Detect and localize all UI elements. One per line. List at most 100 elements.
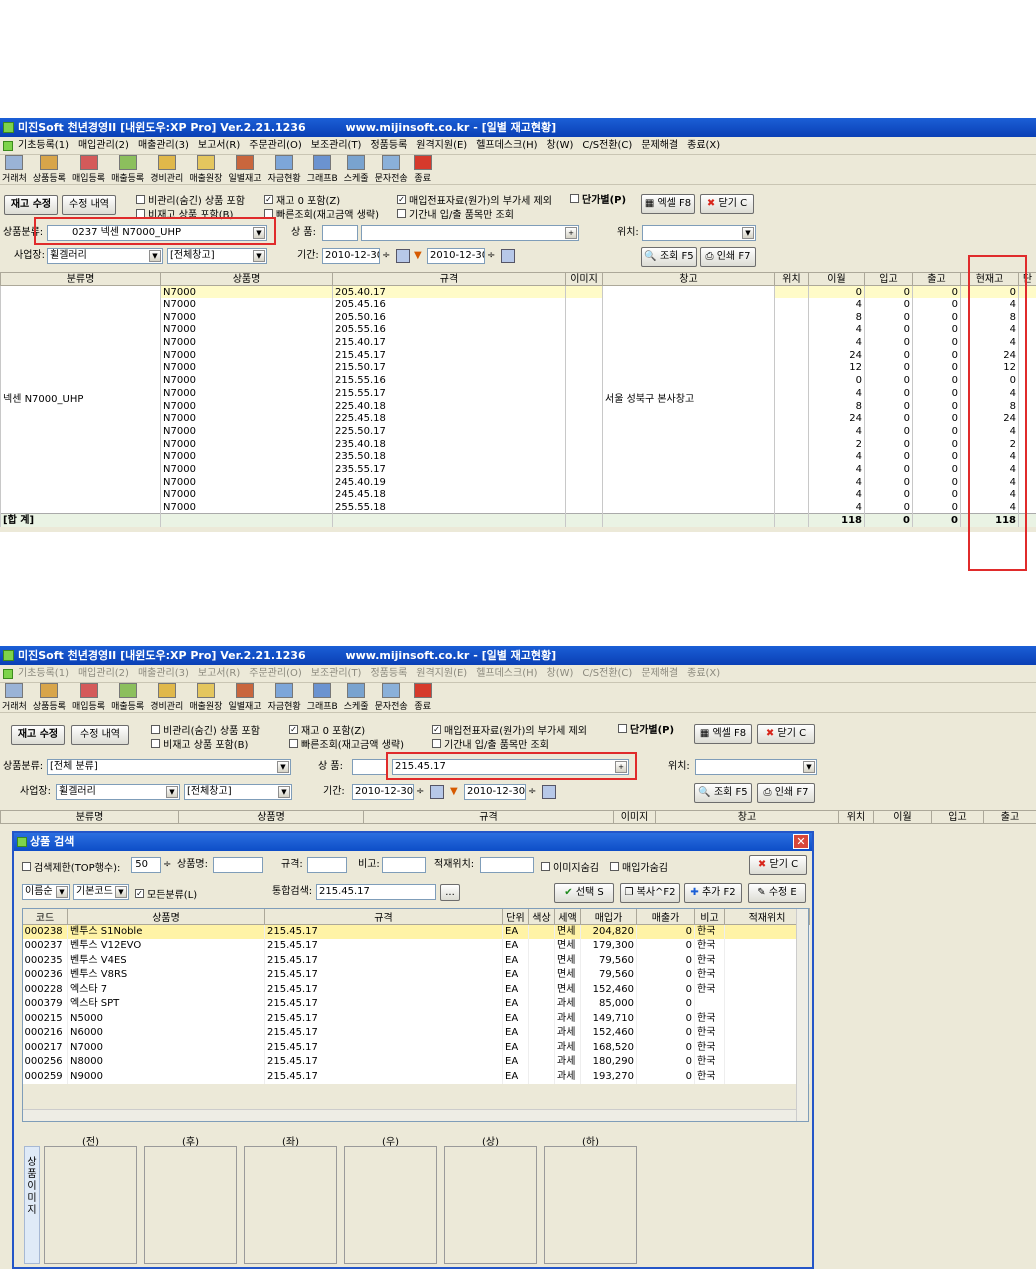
menu-item[interactable]: 원격지원(E) xyxy=(416,140,467,151)
result-row[interactable]: 000379 엑스타 SPT 215.45.17 EA 과세 85,000 0 xyxy=(22,997,810,1012)
date-from-input[interactable]: 2010-12-30 xyxy=(352,784,414,800)
vertical-scrollbar[interactable] xyxy=(796,909,808,1121)
menu-item[interactable]: 정품등록 xyxy=(370,140,407,151)
all-category-checkbox[interactable]: ✓ 모든분류(L) xyxy=(135,886,197,901)
toolbar-button[interactable]: 스케줄 xyxy=(344,155,369,184)
column-header[interactable]: 단위 xyxy=(502,908,529,925)
result-row[interactable]: 000216 N6000 215.45.17 EA 과세 152,460 0 한국 xyxy=(22,1026,810,1041)
quick-search-checkbox[interactable]: 빠른조회(재고금액 생략) xyxy=(264,206,379,221)
result-row[interactable]: 000256 N8000 215.45.17 EA 과세 180,290 0 한국 xyxy=(22,1055,810,1070)
date-to-spinner-icon[interactable]: ÷ xyxy=(487,248,495,264)
menu-item[interactable]: 주문관리(O) xyxy=(249,140,301,151)
column-header[interactable]: 입고 xyxy=(931,810,984,824)
toolbar-button[interactable]: 문자전송 xyxy=(375,155,408,184)
date-to-input[interactable]: 2010-12-30 xyxy=(464,784,526,800)
print-button[interactable]: ⎙ 인쇄 F7 xyxy=(700,247,756,267)
menu-item[interactable]: 매출관리(3) xyxy=(138,668,189,679)
product-name-input[interactable]: + xyxy=(361,225,579,241)
excel-button[interactable]: ▦ 엑셀 F8 xyxy=(694,724,752,744)
edit-history-button[interactable]: 수정 내역 xyxy=(62,195,116,215)
menu-item[interactable]: 기초등록(1) xyxy=(18,668,69,679)
toolbar-button[interactable]: 문자전송 xyxy=(375,683,408,712)
column-header[interactable]: 출고 xyxy=(983,810,1036,824)
result-row[interactable]: 000238 벤투스 S1Noble 215.45.17 EA 면세 204,820 0 한국 xyxy=(22,924,810,939)
column-header[interactable]: 이월 xyxy=(873,810,932,824)
menu-item[interactable]: 헬프데스크(H) xyxy=(476,668,537,679)
column-header[interactable]: 규격 xyxy=(332,272,566,286)
column-header[interactable]: 이미지 xyxy=(613,810,656,824)
toolbar-button[interactable]: 스케줄 xyxy=(344,683,369,712)
column-header[interactable]: 매입가 xyxy=(580,908,637,925)
hide-purchase-price-checkbox[interactable]: 매입가숨김 xyxy=(610,859,668,874)
menu-item[interactable]: 보조관리(T) xyxy=(311,668,362,679)
result-row[interactable]: 000235 벤투스 V4ES 215.45.17 EA 면세 79,560 0 한국 xyxy=(22,953,810,968)
copy-button[interactable]: ❐ 복사^F2 xyxy=(620,883,680,903)
column-header[interactable]: 이미지 xyxy=(565,272,603,286)
image-slot-front[interactable] xyxy=(44,1146,137,1264)
image-slot-left[interactable] xyxy=(244,1146,337,1264)
result-row[interactable]: 000236 벤투스 V8RS 215.45.17 EA 면세 79,560 0 한국 xyxy=(22,968,810,983)
column-header[interactable]: 이월 xyxy=(808,272,865,286)
date-from-spinner-icon[interactable]: ÷ xyxy=(382,248,390,264)
toolbar-button[interactable]: 매출원장 xyxy=(189,155,222,184)
result-row[interactable]: 000215 N5000 215.45.17 EA 과세 149,710 0 한국 xyxy=(22,1011,810,1026)
menu-item[interactable]: 창(W) xyxy=(547,668,574,679)
column-header[interactable]: 세액 xyxy=(554,908,581,925)
column-header[interactable]: 출고 xyxy=(912,272,961,286)
exclude-vat-checkbox[interactable]: ✓ 매입전표자료(원가)의 부가세 제외 xyxy=(432,722,587,737)
category-select[interactable]: [전체 분류] ▼ xyxy=(47,759,291,775)
menu-item[interactable]: C/S전환(C) xyxy=(582,668,632,679)
toolbar-button[interactable]: 상품등록 xyxy=(33,683,66,712)
close-button[interactable]: ✖ 닫기 C xyxy=(700,194,754,214)
toolbar-button[interactable]: 일별재고 xyxy=(228,683,262,712)
menu-item[interactable]: 보조관리(T) xyxy=(311,140,362,151)
column-header[interactable]: 코드 xyxy=(22,908,68,925)
unit-price-checkbox[interactable]: 단가별(P) xyxy=(618,721,674,736)
top-limit-checkbox[interactable]: 검색제한(TOP행수): xyxy=(22,859,120,874)
menu-item[interactable]: 기초등록(1) xyxy=(18,140,69,151)
period-only-checkbox[interactable]: 기간내 입/출 품목만 조회 xyxy=(432,736,549,751)
location-select[interactable]: ▼ xyxy=(695,759,817,775)
search-button[interactable]: 🔍 조회 F5 xyxy=(694,783,752,803)
exclude-vat-checkbox[interactable]: ✓ 매입전표자료(원가)의 부가세 제외 xyxy=(397,192,552,207)
menu-item[interactable]: 주문관리(O) xyxy=(249,668,301,679)
browse-button[interactable]: ... xyxy=(440,884,460,901)
image-slot-bottom[interactable] xyxy=(544,1146,637,1264)
column-header[interactable]: 규격 xyxy=(363,810,614,824)
column-header[interactable]: 매출가 xyxy=(636,908,695,925)
column-header[interactable]: 입고 xyxy=(864,272,913,286)
menu-item[interactable]: 원격지원(E) xyxy=(416,668,467,679)
calendar-icon[interactable] xyxy=(542,785,556,805)
toolbar-button[interactable]: 종료 xyxy=(413,155,432,184)
date-from-input[interactable]: 2010-12-30 xyxy=(322,248,380,264)
column-header[interactable]: 분류명 xyxy=(0,272,161,286)
column-header[interactable]: 상품명 xyxy=(67,908,265,925)
top-limit-input[interactable]: 50 xyxy=(131,857,161,873)
calendar-icon[interactable] xyxy=(501,249,515,269)
toolbar-button[interactable]: 자금현황 xyxy=(268,683,301,712)
menu-item[interactable]: 창(W) xyxy=(547,140,574,151)
menu-item[interactable]: 매입관리(2) xyxy=(78,140,129,151)
image-slot-back[interactable] xyxy=(144,1146,237,1264)
menu-item[interactable]: 매입관리(2) xyxy=(78,668,129,679)
add-button[interactable]: ✚ 추가 F2 xyxy=(684,883,742,903)
result-row[interactable]: 000237 벤투스 V12EVO 215.45.17 EA 면세 179,300 0 한국 xyxy=(22,939,810,954)
result-row[interactable]: 000217 N7000 215.45.17 EA 과세 168,520 0 한국 xyxy=(22,1040,810,1055)
toolbar-button[interactable]: 거래처 xyxy=(2,155,27,184)
toolbar-button[interactable]: 경비관리 xyxy=(150,155,183,184)
menu-item[interactable]: 종료(X) xyxy=(687,668,720,679)
toolbar-button[interactable]: 자금현황 xyxy=(268,155,301,184)
hide-image-checkbox[interactable]: 이미지숨김 xyxy=(541,859,599,874)
column-header[interactable]: 창고 xyxy=(655,810,839,824)
menu-item[interactable]: 헬프데스크(H) xyxy=(476,140,537,151)
menu-item[interactable]: 문제해결 xyxy=(641,668,678,679)
stock-edit-button[interactable]: 재고 수정 xyxy=(4,195,58,215)
toolbar-button[interactable]: 일별재고 xyxy=(228,155,262,184)
column-header[interactable]: 위치 xyxy=(774,272,809,286)
result-row[interactable]: 000259 N9000 215.45.17 EA 과세 193,270 0 한국 xyxy=(22,1069,810,1084)
unit-price-checkbox[interactable]: 단가별(P) xyxy=(570,191,626,206)
toolbar-button[interactable]: 경비관리 xyxy=(150,683,183,712)
result-row[interactable]: 000228 엑스타 7 215.45.17 EA 면세 152,460 0 한국 xyxy=(22,982,810,997)
search-button[interactable]: 🔍 조회 F5 xyxy=(641,247,697,267)
location-input[interactable] xyxy=(480,857,534,873)
